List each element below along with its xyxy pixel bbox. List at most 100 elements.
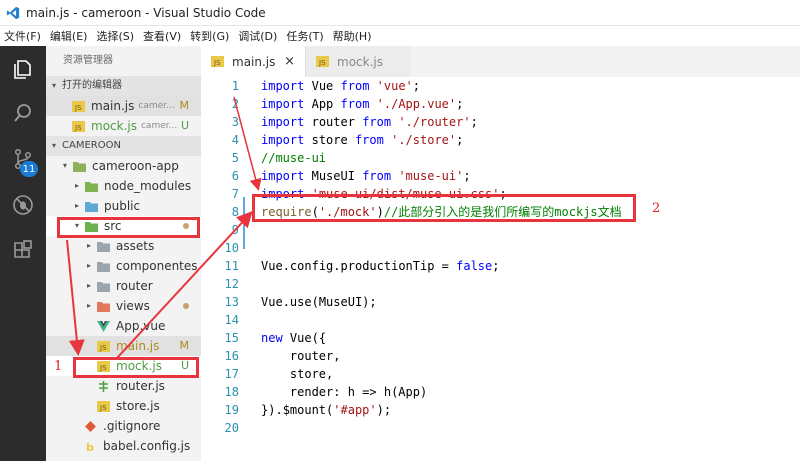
chevron-down-icon: ▾ bbox=[74, 221, 79, 230]
chevron-right-icon: ▸ bbox=[74, 201, 79, 210]
open-editors-header[interactable]: ▾ 打开的编辑器 bbox=[46, 76, 201, 96]
svg-text:JS: JS bbox=[99, 344, 107, 352]
line-number: 16 bbox=[224, 349, 239, 363]
tree-label: router bbox=[116, 279, 153, 293]
line-number: 15 bbox=[224, 331, 239, 345]
menu-view[interactable]: 查看(V) bbox=[143, 28, 181, 44]
js-file-icon: JS bbox=[211, 56, 224, 67]
line-number: 4 bbox=[231, 133, 239, 147]
tree-label: .gitignore bbox=[103, 419, 161, 433]
folder-node-icon bbox=[85, 181, 98, 192]
chevron-right-icon: ▸ bbox=[86, 261, 91, 270]
modified-lines-indicator bbox=[243, 197, 245, 249]
menu-help[interactable]: 帮助(H) bbox=[333, 28, 372, 44]
tree-item-node-modules[interactable]: ▸ node_modules bbox=[46, 176, 201, 196]
tree-item-views[interactable]: ▸ views bbox=[46, 296, 201, 316]
tree-label: store.js bbox=[116, 399, 160, 413]
tree-item-assets[interactable]: ▸ assets bbox=[46, 236, 201, 256]
menu-debug[interactable]: 调试(D) bbox=[238, 28, 277, 44]
window-title: main.js - cameroon - Visual Studio Code bbox=[26, 5, 266, 20]
line-number: 11 bbox=[224, 259, 239, 273]
chevron-down-icon: ▾ bbox=[52, 141, 57, 150]
code-editor[interactable]: 1 2 3 4 5 6 7 8 9 10 11 12 13 14 15 16 1… bbox=[201, 77, 800, 461]
explorer-icon[interactable] bbox=[8, 54, 38, 84]
chevron-right-icon: ▸ bbox=[86, 301, 91, 310]
annotation-label-1: 1 bbox=[54, 359, 63, 374]
menu-tasks[interactable]: 任务(T) bbox=[286, 28, 323, 44]
chevron-right-icon: ▸ bbox=[86, 281, 91, 290]
tree-item-router[interactable]: ▸ router bbox=[46, 276, 201, 296]
open-editor-mock-js[interactable]: JS mock.js camer... U bbox=[46, 116, 201, 136]
menu-selection[interactable]: 选择(S) bbox=[96, 28, 134, 44]
tree-label: App.vue bbox=[116, 319, 166, 333]
code-line-13: Vue.use(MuseUI); bbox=[261, 295, 377, 309]
modified-dot bbox=[183, 223, 189, 229]
source-control-badge: 11 bbox=[20, 161, 38, 177]
code-line-6: import MuseUI from 'muse-ui'; bbox=[261, 169, 471, 183]
line-number: 17 bbox=[224, 367, 239, 381]
debug-icon[interactable] bbox=[8, 190, 38, 220]
menu-file[interactable]: 文件(F) bbox=[4, 28, 41, 44]
code-line-4: import store from './store'; bbox=[261, 133, 464, 147]
tree-label: router.js bbox=[116, 379, 165, 393]
tree-item-gitignore[interactable]: .gitignore bbox=[46, 416, 201, 436]
code-line-7: import 'muse-ui/dist/muse-ui.css'; bbox=[261, 187, 507, 201]
tree-item-babel-config[interactable]: b babel.config.js bbox=[46, 436, 201, 456]
project-header[interactable]: ▾ CAMEROON bbox=[46, 136, 201, 156]
menu-edit[interactable]: 编辑(E) bbox=[50, 28, 88, 44]
tree-item-main-js[interactable]: JS main.js M bbox=[46, 336, 201, 356]
code-line-16: router, bbox=[289, 349, 341, 363]
line-number: 9 bbox=[231, 223, 239, 237]
tree-item-componentes[interactable]: ▸ componentes bbox=[46, 256, 201, 276]
search-icon[interactable] bbox=[8, 98, 38, 128]
modified-badge: M bbox=[179, 99, 190, 112]
explorer-sidebar: 资源管理器 ▾ 打开的编辑器 JS main.js camer... M JS … bbox=[46, 46, 201, 461]
svg-text:JS: JS bbox=[74, 124, 82, 132]
line-number: 20 bbox=[224, 421, 239, 435]
js-file-icon: JS bbox=[97, 400, 110, 412]
git-file-icon bbox=[85, 420, 96, 432]
js-file-icon: JS bbox=[72, 100, 85, 112]
line-number: 5 bbox=[231, 151, 239, 165]
tree-item-router-js[interactable]: router.js bbox=[46, 376, 201, 396]
open-editor-path: camer... bbox=[140, 121, 178, 131]
tree-item-app-vue[interactable]: App.vue bbox=[46, 316, 201, 336]
svg-text:JS: JS bbox=[99, 364, 107, 372]
code-line-15: new Vue({ bbox=[261, 331, 327, 345]
svg-text:JS: JS bbox=[213, 59, 221, 67]
tab-main-js[interactable]: JS main.js × bbox=[201, 46, 305, 77]
tree-label: public bbox=[104, 199, 141, 213]
vscode-logo-icon bbox=[6, 6, 20, 19]
open-editor-main-js[interactable]: JS main.js camer... M bbox=[46, 96, 201, 116]
js-file-icon: JS bbox=[316, 56, 329, 67]
tree-item-mock-js[interactable]: JS mock.js U bbox=[46, 356, 201, 376]
tree-item-cameroon-app[interactable]: ▾ cameroon-app bbox=[46, 156, 201, 176]
line-number: 19 bbox=[224, 403, 239, 417]
code-line-17: store, bbox=[289, 367, 334, 381]
tree-item-store-js[interactable]: JS store.js bbox=[46, 396, 201, 416]
menu-goto[interactable]: 转到(G) bbox=[190, 28, 229, 44]
untracked-badge: U bbox=[180, 359, 189, 372]
tree-label: cameroon-app bbox=[92, 159, 179, 173]
extensions-icon[interactable] bbox=[8, 234, 38, 264]
untracked-badge: U bbox=[180, 119, 189, 132]
chevron-right-icon: ▸ bbox=[86, 241, 91, 250]
tree-item-public[interactable]: ▸ public bbox=[46, 196, 201, 216]
tree-label: mock.js bbox=[116, 359, 162, 373]
tree-label: babel.config.js bbox=[103, 439, 191, 453]
tree-item-src[interactable]: ▾ src bbox=[46, 216, 201, 236]
line-number: 12 bbox=[224, 277, 239, 291]
tree-label: componentes bbox=[116, 259, 198, 273]
tab-mock-js[interactable]: JS mock.js bbox=[305, 46, 411, 77]
close-icon[interactable]: × bbox=[284, 54, 295, 69]
tree-label: src bbox=[104, 219, 122, 233]
line-number: 18 bbox=[224, 385, 239, 399]
router-file-icon bbox=[99, 380, 108, 392]
editor-tabs: JS main.js × JS mock.js bbox=[201, 46, 800, 77]
line-number: 13 bbox=[224, 295, 239, 309]
code-line-1: import Vue from 'vue'; bbox=[261, 79, 421, 93]
line-number: 2 bbox=[231, 97, 239, 111]
menu-bar: 文件(F) 编辑(E) 选择(S) 查看(V) 转到(G) 调试(D) 任务(T… bbox=[0, 26, 800, 46]
